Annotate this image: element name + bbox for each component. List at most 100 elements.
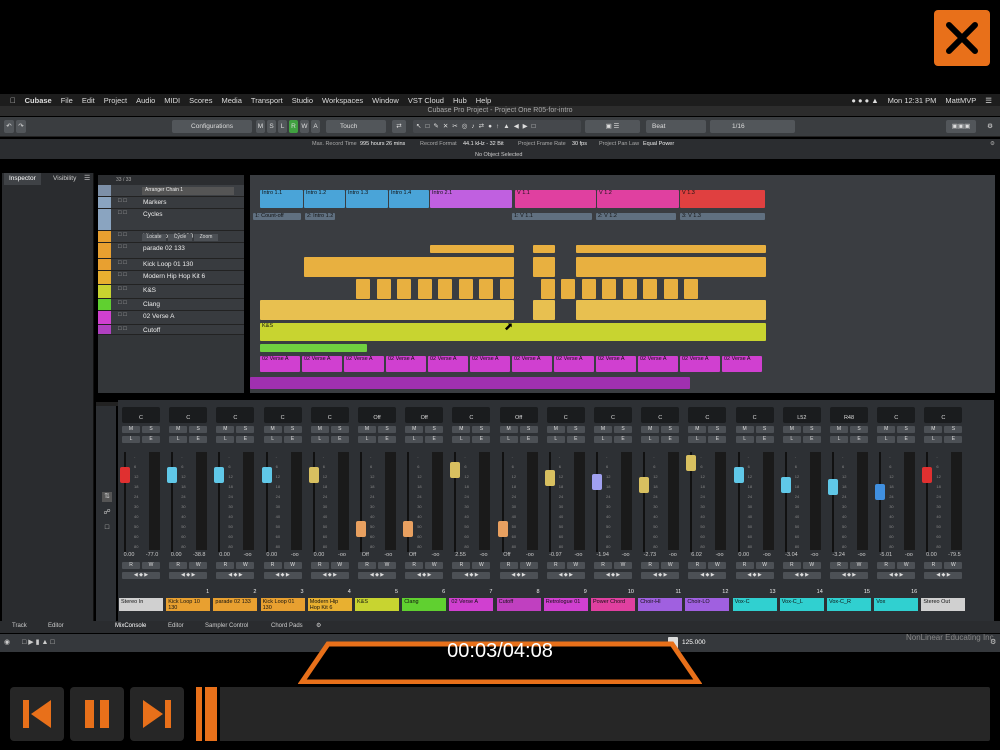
- fader-value[interactable]: 0.00: [266, 552, 277, 558]
- channel-m-button[interactable]: M: [924, 426, 943, 433]
- mode-r[interactable]: R: [289, 120, 298, 133]
- fader-cap[interactable]: [544, 470, 555, 487]
- audio-event-verse[interactable]: 02 Verse A: [638, 356, 678, 372]
- menu-project[interactable]: Project: [104, 96, 127, 105]
- channel-name[interactable]: Retrologue 01: [543, 598, 588, 611]
- track-mute-solo-icons[interactable]: □ □: [118, 312, 127, 318]
- pan-knob[interactable]: C: [169, 407, 208, 423]
- channel-name[interactable]: Vox-C_R: [827, 598, 871, 611]
- link-icon[interactable]: ☍: [102, 508, 112, 518]
- channel-s-button[interactable]: S: [425, 426, 444, 433]
- audio-event-kick01[interactable]: [663, 279, 678, 299]
- track-mute-solo-icons[interactable]: □ □: [118, 260, 127, 266]
- audio-event-kick01[interactable]: [438, 279, 452, 299]
- arranger-event[interactable]: Intro 1.3: [346, 190, 388, 208]
- tab-editor-left[interactable]: Editor: [48, 623, 64, 629]
- peak-value[interactable]: -oo: [669, 552, 677, 558]
- channel-edit-button[interactable]: ◀ ◆ ▶: [782, 572, 821, 579]
- channel-l-button[interactable]: L: [169, 436, 188, 443]
- cycle-button[interactable]: Locate: [142, 234, 166, 241]
- marker-event[interactable]: 1: Count-off: [253, 213, 301, 220]
- midi-event-hiphop[interactable]: [260, 300, 514, 320]
- menu-studio[interactable]: Studio: [292, 96, 313, 105]
- window-layout-icons[interactable]: ▣▣▣: [946, 120, 976, 133]
- channel-w-button[interactable]: W: [378, 562, 396, 569]
- channel-m-button[interactable]: M: [499, 426, 518, 433]
- arranger-chain-dropdown[interactable]: Arranger Chain 1: [142, 187, 234, 195]
- channel-w-button[interactable]: W: [425, 562, 444, 569]
- settings-gear-icon[interactable]: ⚙: [984, 120, 996, 133]
- channel-s-button[interactable]: S: [142, 426, 160, 433]
- undo-icon[interactable]: ↶: [4, 120, 14, 133]
- channel-w-button[interactable]: W: [236, 562, 255, 569]
- peak-value[interactable]: -oo: [574, 552, 582, 558]
- peak-value[interactable]: -oo: [810, 552, 818, 558]
- tool-palette[interactable]: ↖□✎✕✂◎♪⇄●↑▲◀▶□: [413, 120, 581, 133]
- mode-s[interactable]: S: [267, 120, 276, 133]
- fader-cap[interactable]: [403, 520, 414, 537]
- peak-value[interactable]: -38.8: [193, 552, 206, 558]
- tab-inspector[interactable]: Inspector: [4, 173, 41, 185]
- pan-knob[interactable]: L52: [782, 407, 821, 423]
- cycle-button[interactable]: Cycle: [168, 234, 192, 241]
- audio-event-verse[interactable]: 02 Verse A: [386, 356, 426, 372]
- fader-cap[interactable]: [828, 478, 838, 495]
- fader-value[interactable]: Off: [409, 552, 416, 558]
- channel-r-button[interactable]: R: [877, 562, 896, 569]
- fader-value[interactable]: Off: [503, 552, 510, 558]
- fader-cap[interactable]: [733, 467, 744, 484]
- channel-m-button[interactable]: M: [169, 426, 188, 433]
- arrange-window[interactable]: Intro 1.1 Intro 1.2 Intro 1.3 Intro 1.4 Intr…: [250, 175, 995, 393]
- track-mute-solo-icons[interactable]: □ □: [118, 300, 127, 306]
- sync-icon[interactable]: ⇅: [102, 492, 112, 502]
- tab-mixconsole[interactable]: MixConsole: [115, 623, 146, 629]
- channel-e-button[interactable]: E: [283, 436, 302, 443]
- channel-e-button[interactable]: E: [472, 436, 491, 443]
- channel-l-button[interactable]: L: [877, 436, 896, 443]
- fader-value[interactable]: -2.73: [644, 552, 657, 558]
- track-row[interactable]: Modern Hip Hop Kit 6 □ □: [98, 271, 244, 285]
- pan-knob[interactable]: C: [122, 407, 160, 423]
- audio-event-verse[interactable]: 02 Verse A: [344, 356, 384, 372]
- menu-file[interactable]: File: [61, 96, 73, 105]
- channel-w-button[interactable]: W: [708, 562, 727, 569]
- peak-value[interactable]: -77.0: [146, 552, 159, 558]
- channel-w-button[interactable]: W: [283, 562, 302, 569]
- audio-event-verse[interactable]: 02 Verse A: [470, 356, 510, 372]
- pan-knob[interactable]: Off: [499, 407, 538, 423]
- fader-value[interactable]: 0.00: [124, 552, 135, 558]
- pan-knob[interactable]: C: [641, 407, 680, 423]
- menu-midi[interactable]: MIDI: [164, 96, 180, 105]
- channel-l-button[interactable]: L: [546, 436, 565, 443]
- channel-s-button[interactable]: S: [897, 426, 916, 433]
- channel-m-button[interactable]: M: [310, 426, 329, 433]
- track-mute-solo-icons[interactable]: □ □: [118, 232, 127, 238]
- peak-value[interactable]: -oo: [338, 552, 346, 558]
- channel-r-button[interactable]: R: [452, 562, 471, 569]
- marker-event[interactable]: 2: V 1.2: [596, 213, 676, 220]
- audio-event-verse[interactable]: 02 Verse A: [680, 356, 720, 372]
- audio-event-verse[interactable]: 02 Verse A: [596, 356, 636, 372]
- arranger-event[interactable]: V 1.3: [680, 190, 765, 208]
- channel-edit-button[interactable]: ◀ ◆ ▶: [641, 572, 680, 579]
- menu-workspaces[interactable]: Workspaces: [322, 96, 363, 105]
- channel-r-button[interactable]: R: [263, 562, 282, 569]
- channel-name[interactable]: Kick Loop 01 130: [260, 598, 305, 611]
- fader-value[interactable]: -0.97: [549, 552, 562, 558]
- channel-e-button[interactable]: E: [755, 436, 774, 443]
- previous-button[interactable]: [10, 687, 64, 741]
- fader-value[interactable]: 0.00: [171, 552, 182, 558]
- channel-m-button[interactable]: M: [546, 426, 565, 433]
- grid-type-dropdown[interactable]: Beat: [646, 120, 706, 133]
- channel-e-button[interactable]: E: [236, 436, 255, 443]
- peak-value[interactable]: -oo: [526, 552, 534, 558]
- audio-event-kick01[interactable]: [561, 279, 575, 299]
- pan-knob[interactable]: Off: [405, 407, 444, 423]
- channel-w-button[interactable]: W: [802, 562, 821, 569]
- channel-m-button[interactable]: M: [830, 426, 848, 433]
- channel-l-button[interactable]: L: [782, 436, 801, 443]
- audio-event-kick01[interactable]: [376, 279, 391, 299]
- progress-handle[interactable]: [202, 687, 220, 741]
- channel-name[interactable]: Cutoff: [496, 598, 541, 611]
- channel-e-button[interactable]: E: [614, 436, 632, 443]
